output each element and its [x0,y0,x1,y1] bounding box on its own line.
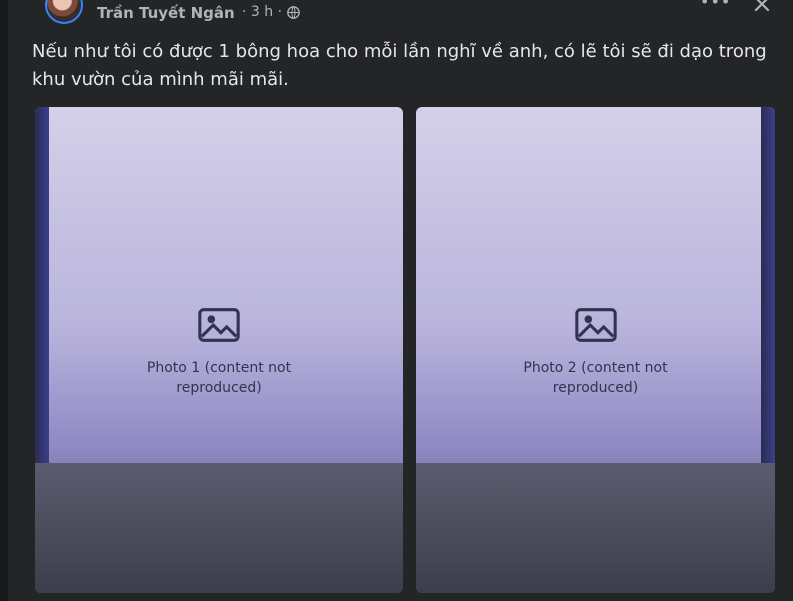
image-icon [198,308,240,342]
post-caption: Nếu như tôi có được 1 bông hoa cho mỗi l… [32,41,767,90]
photo-placeholder: Photo 1 (content not reproduced) [109,302,329,398]
post-photo-2[interactable]: Photo 2 (content not reproduced) [416,107,775,593]
close-icon[interactable] [752,0,772,14]
post-card: Trần Tuyết Ngân · 3 h · ••• Nếu như tôi … [8,0,793,601]
post-header: Trần Tuyết Ngân · 3 h · ••• [8,0,793,30]
photo-floor [35,463,403,593]
more-options-icon[interactable]: ••• [700,0,731,11]
image-icon [574,308,617,342]
photo-placeholder-label: Photo 1 (content not reproduced) [146,360,292,396]
photo-floor [416,463,775,593]
globe-icon [287,6,300,19]
author-avatar[interactable] [45,0,83,24]
author-name[interactable]: Trần Tuyết Ngân [97,4,235,22]
photo-placeholder-label: Photo 2 (content not reproduced) [523,360,668,396]
post-timestamp[interactable]: · 3 h · [242,4,282,20]
post-photo-1[interactable]: Photo 1 (content not reproduced) [35,107,403,593]
photo-placeholder: Photo 2 (content not reproduced) [486,302,706,398]
